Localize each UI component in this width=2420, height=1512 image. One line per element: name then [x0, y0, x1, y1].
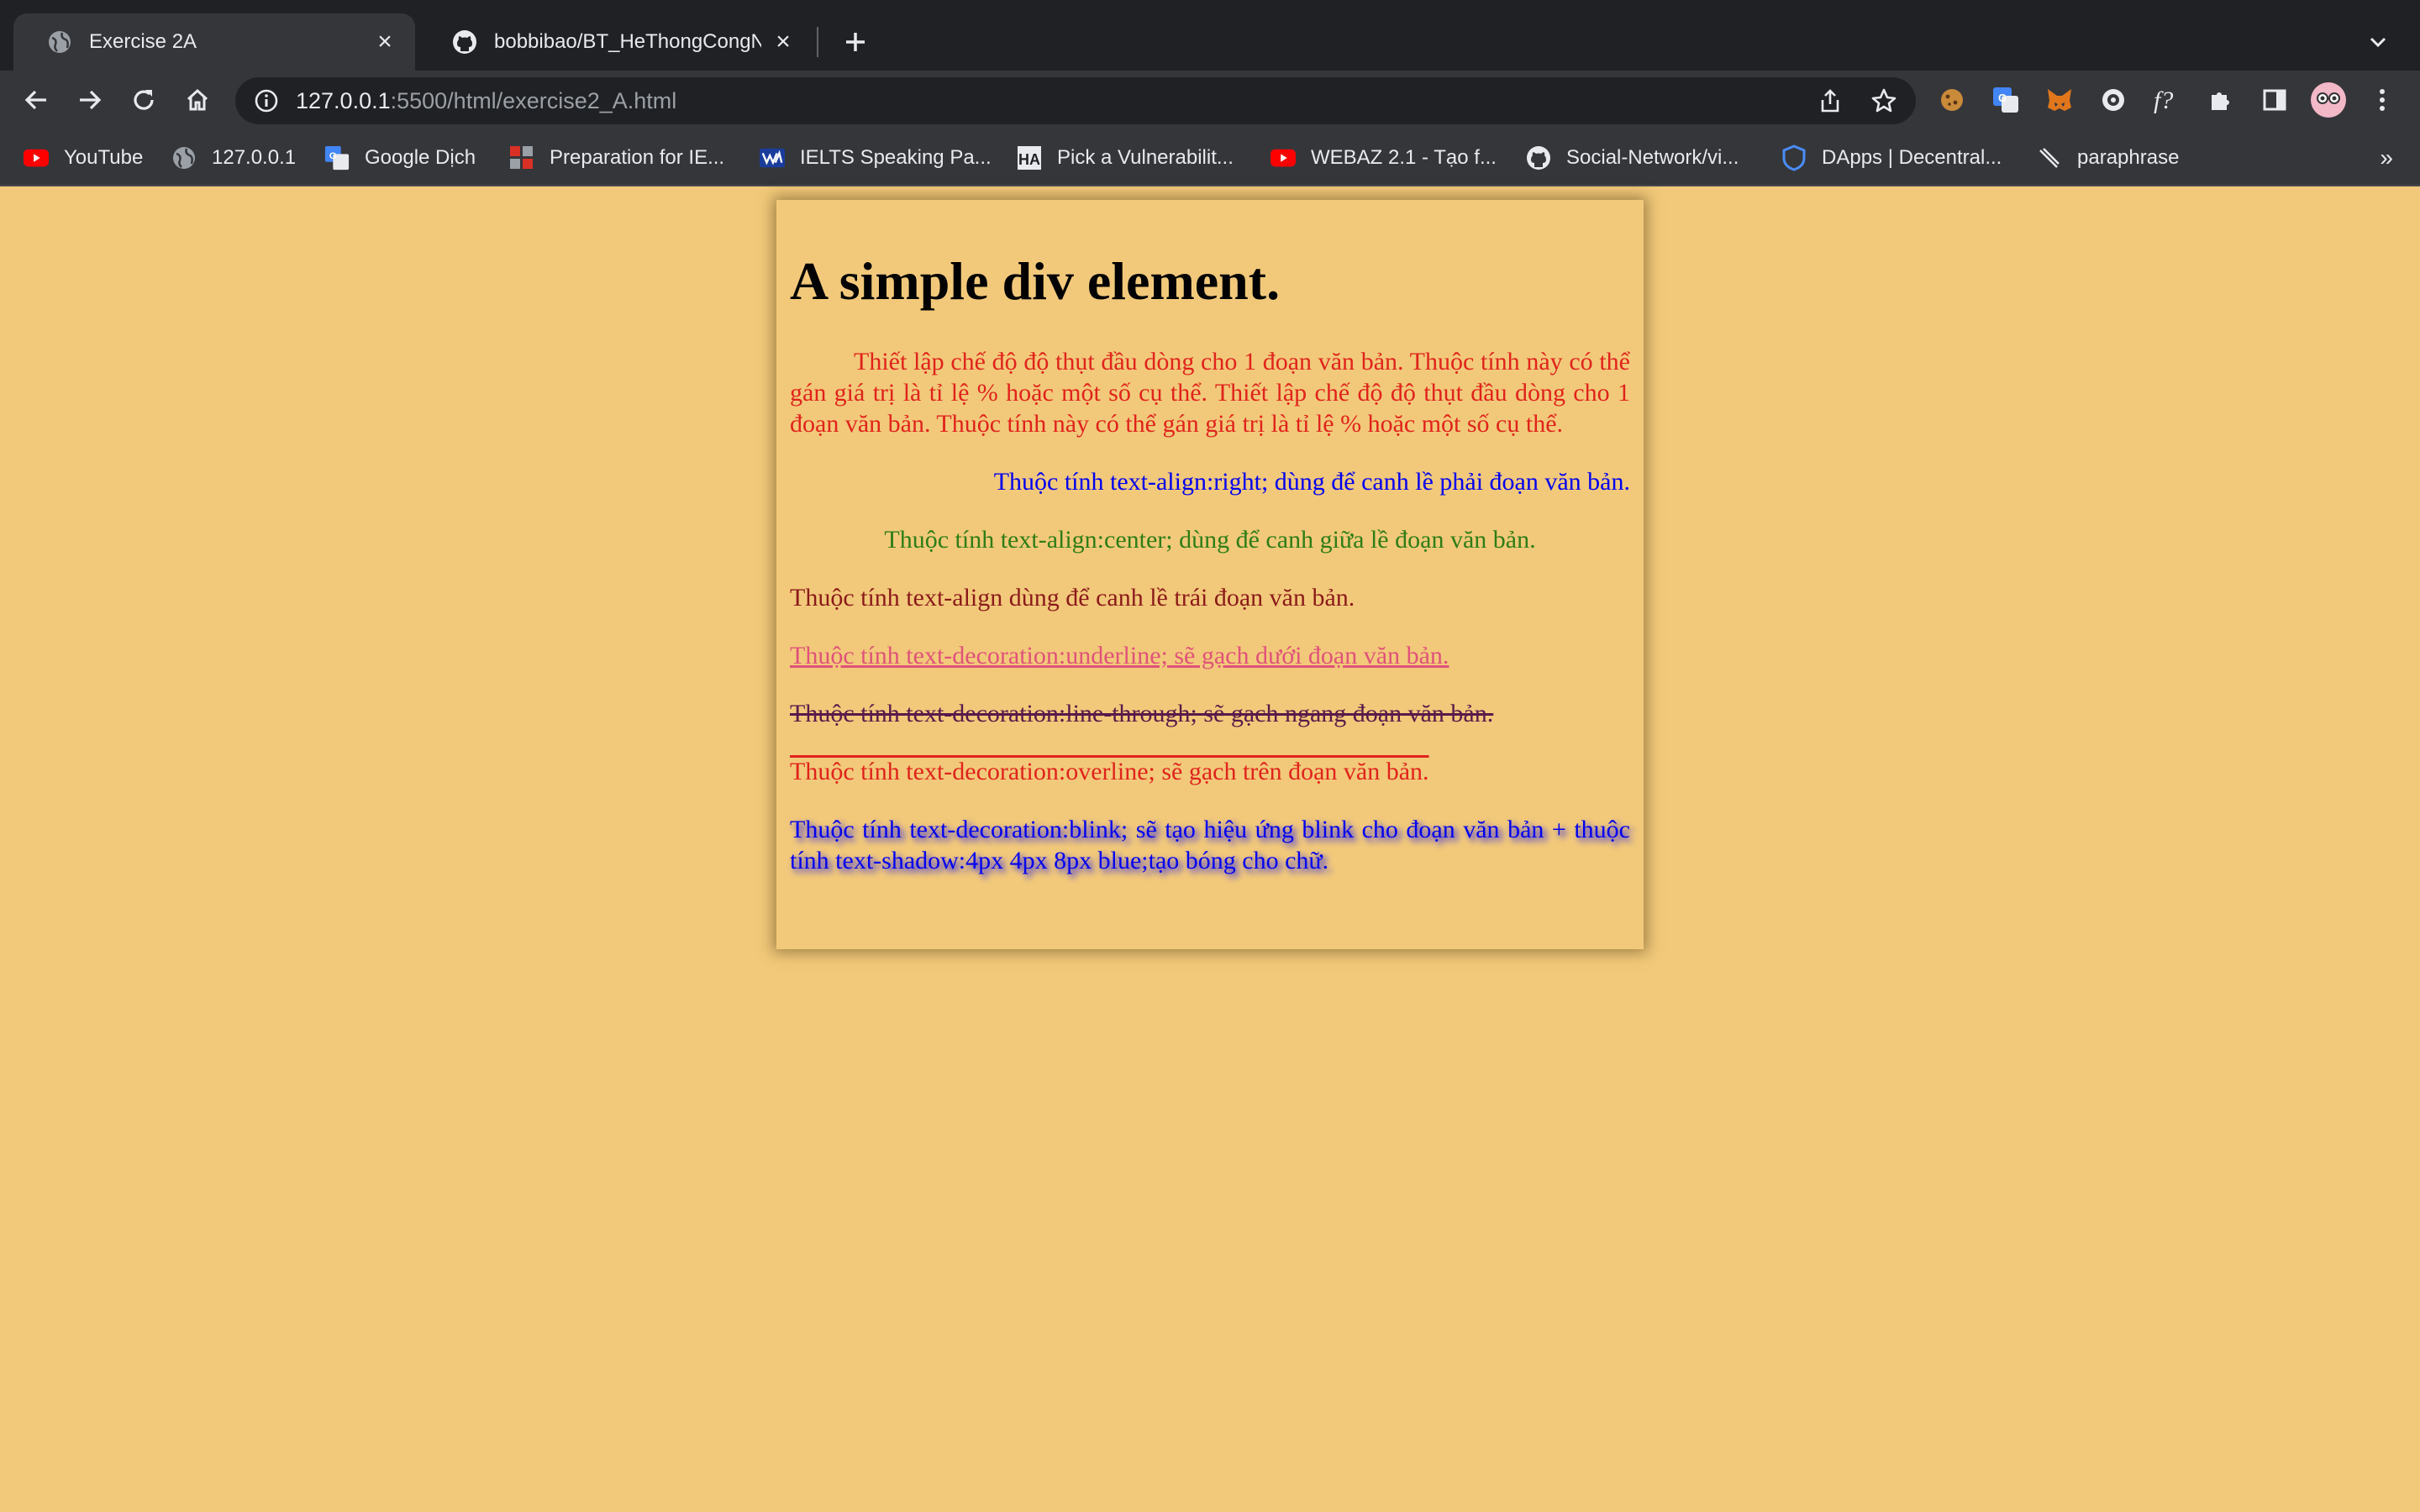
- home-button[interactable]: [176, 79, 218, 121]
- bookmarks-bar: YouTube 127.0.0.1 G Google Dịch Preparat…: [0, 129, 2420, 186]
- close-tab-icon[interactable]: ×: [771, 28, 795, 55]
- back-button[interactable]: [15, 79, 57, 121]
- github-icon: [1526, 145, 1551, 171]
- google-translate-icon: G: [324, 145, 350, 171]
- home-icon: [187, 88, 208, 111]
- bookmark-webaz[interactable]: WEBAZ 2.1 - Tạo f...: [1270, 141, 1497, 175]
- bookmark-localhost[interactable]: 127.0.0.1: [171, 141, 296, 175]
- share-icon[interactable]: [1815, 86, 1845, 116]
- youtube-icon: [1270, 145, 1296, 171]
- svg-text:f?: f?: [2154, 87, 2173, 113]
- paragraph-align-right: Thuộc tính text-align:right; dùng để can…: [993, 468, 1630, 496]
- bookmark-dapps[interactable]: DApps | Decentral...: [1781, 141, 2002, 175]
- function-icon[interactable]: f?: [2148, 81, 2186, 119]
- globe-icon: [171, 145, 197, 171]
- star-icon[interactable]: [1869, 86, 1899, 116]
- paragraph-align-center: Thuộc tính text-align:center; dùng để ca…: [884, 526, 1536, 554]
- avatar[interactable]: [2309, 81, 2348, 119]
- arrow-right-icon: [80, 90, 102, 110]
- bookmark-google-translate[interactable]: G Google Dịch: [324, 141, 476, 175]
- google-translate-icon[interactable]: G: [1986, 81, 2025, 119]
- reload-icon: [134, 90, 154, 110]
- address-bar[interactable]: 127.0.0.1:5500/html/exercise2_A.html: [235, 77, 1916, 124]
- ha-icon: HA: [1017, 145, 1042, 171]
- svg-text:G: G: [1998, 92, 2007, 104]
- paragraph-text-indent: Thiết lập chế độ độ thụt đầu dòng cho 1 …: [790, 348, 1630, 438]
- paragraph-underline: Thuộc tính text-decoration:underline; sẽ…: [790, 642, 1449, 670]
- tab-github[interactable]: bobbibao/BT_HeThongCongNg ×: [418, 13, 813, 71]
- youtube-icon: [24, 145, 49, 171]
- bookmark-ielts[interactable]: IELTS Speaking Pa...: [760, 141, 992, 175]
- paragraph-overline: Thuộc tính text-decoration:overline; sẽ …: [790, 758, 1429, 786]
- content-div: A simple div element. Thiết lập chế độ đ…: [776, 200, 1644, 949]
- quill-icon: [2037, 145, 2062, 171]
- shield-icon: [1781, 144, 1807, 171]
- more-vert-icon[interactable]: [2363, 81, 2402, 119]
- puzzle-icon[interactable]: [2202, 81, 2240, 119]
- paragraph-line-through: Thuộc tính text-decoration:line-through;…: [790, 700, 1494, 728]
- close-tab-icon[interactable]: ×: [373, 28, 397, 55]
- arrow-left-icon: [24, 90, 46, 110]
- paragraph-text-shadow: Thuộc tính text-decoration:blink; sẽ tạo…: [790, 816, 1630, 875]
- new-tab-button[interactable]: [835, 22, 876, 62]
- browser-toolbar: 127.0.0.1:5500/html/exercise2_A.html G f…: [0, 71, 2420, 129]
- globe-icon: [47, 29, 72, 55]
- metamask-icon[interactable]: [2040, 81, 2079, 119]
- page-viewport: A simple div element. Thiết lập chế độ đ…: [0, 186, 2420, 1512]
- bookmark-paraphrase[interactable]: paraphrase: [2037, 141, 2179, 175]
- tab-title: Exercise 2A: [89, 30, 197, 53]
- svg-text:G: G: [329, 151, 337, 161]
- sidepanel-icon[interactable]: [2255, 81, 2294, 119]
- info-icon[interactable]: [254, 88, 279, 113]
- chevron-down-icon[interactable]: [2360, 24, 2396, 60]
- cookie-icon[interactable]: [1933, 81, 1971, 119]
- svg-text:HA: HA: [1018, 151, 1040, 168]
- extension-circle-icon[interactable]: [2094, 81, 2133, 119]
- url-text[interactable]: 127.0.0.1:5500/html/exercise2_A.html: [296, 88, 676, 114]
- bookmark-social-network[interactable]: Social-Network/vi...: [1526, 141, 1739, 175]
- paragraph-align-left: Thuộc tính text-align dùng để canh lề tr…: [790, 584, 1355, 612]
- reload-button[interactable]: [123, 79, 165, 121]
- bookmark-preparation[interactable]: Preparation for IE...: [509, 141, 724, 175]
- grid-icon: [509, 145, 534, 171]
- tab-strip: Exercise 2A × bobbibao/BT_HeThongCongNg …: [0, 0, 2420, 71]
- forward-button[interactable]: [69, 79, 111, 121]
- github-icon: [452, 29, 477, 55]
- bookmark-youtube[interactable]: YouTube: [24, 141, 143, 175]
- ielts-icon: [760, 145, 785, 171]
- more-bookmarks-button[interactable]: »: [2380, 144, 2393, 171]
- tab-title: bobbibao/BT_HeThongCongNg: [494, 30, 761, 53]
- tab-exercise-2a[interactable]: Exercise 2A ×: [13, 13, 415, 71]
- bookmark-vulnerability[interactable]: HA Pick a Vulnerabilit...: [1017, 141, 1234, 175]
- tab-separator: [817, 27, 818, 57]
- page-heading: A simple div element.: [790, 251, 1281, 311]
